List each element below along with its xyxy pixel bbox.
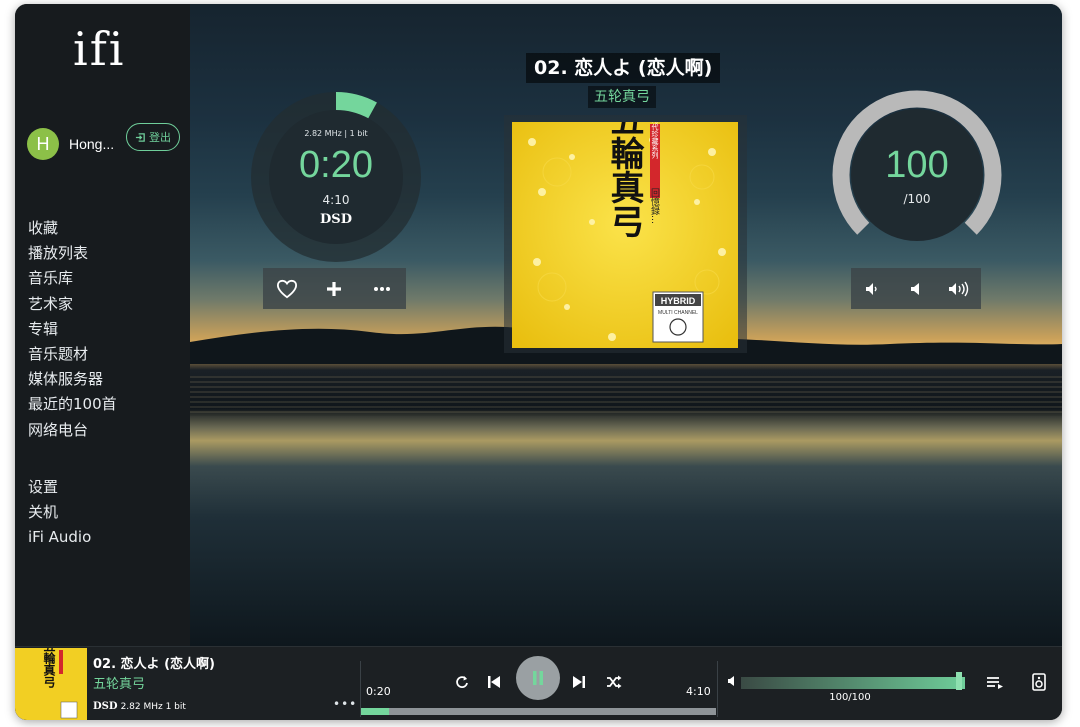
nav-item-radio[interactable]: 网络电台 bbox=[28, 418, 117, 443]
player-format: DSD 2.82 MHz 1 bit bbox=[93, 701, 186, 712]
player-duration: 4:10 bbox=[686, 685, 711, 698]
shuffle-icon[interactable] bbox=[603, 671, 625, 693]
divider bbox=[717, 661, 718, 717]
more-icon[interactable] bbox=[368, 275, 396, 303]
progress-bar[interactable] bbox=[361, 708, 716, 715]
album-sub-text: 回憶録… bbox=[649, 188, 660, 224]
album-cover[interactable]: 好時代珍藏系列 五輪真弓 回憶録… HYBRID MULTI CHANNEL bbox=[512, 122, 738, 348]
heart-icon[interactable] bbox=[273, 275, 301, 303]
queue-icon[interactable] bbox=[984, 671, 1006, 693]
user-name: Hong... bbox=[69, 136, 115, 152]
nav-item-recent-100[interactable]: 最近的100首 bbox=[28, 392, 117, 417]
ifi-logo: ifi bbox=[73, 22, 126, 76]
play-pause-button[interactable] bbox=[516, 656, 560, 700]
track-title: 02. 恋人よ (恋人啊) bbox=[526, 53, 721, 83]
total-time: 4:10 bbox=[322, 193, 350, 207]
nav-item-artists[interactable]: 艺术家 bbox=[28, 292, 117, 317]
volume-level-label: 100/100 bbox=[829, 692, 871, 703]
volume-small-icon[interactable] bbox=[720, 670, 742, 692]
player-elapsed: 0:20 bbox=[366, 685, 391, 698]
mini-album-cover[interactable]: 五輪真弓 bbox=[15, 648, 87, 720]
mini-album-text: 五輪真弓 bbox=[42, 648, 56, 689]
volume-up-icon[interactable] bbox=[945, 275, 973, 303]
nav-item-library[interactable]: 音乐库 bbox=[28, 266, 117, 291]
album-badge-hybrid: HYBRID bbox=[661, 296, 696, 306]
nav-item-albums[interactable]: 专辑 bbox=[28, 317, 117, 342]
nav-item-genres[interactable]: 音乐题材 bbox=[28, 342, 117, 367]
volume-slider[interactable] bbox=[741, 677, 965, 689]
mute-icon[interactable] bbox=[902, 275, 930, 303]
album-series-text: 好時代珍藏系列 bbox=[651, 122, 659, 160]
player-more-button[interactable]: ••• bbox=[333, 697, 357, 711]
player-format-label: DSD bbox=[93, 701, 118, 712]
track-artist[interactable]: 五轮真弓 bbox=[588, 86, 656, 108]
avatar: H bbox=[27, 128, 59, 160]
nav-item-media-servers[interactable]: 媒体服务器 bbox=[28, 367, 117, 392]
elapsed-time: 0:20 bbox=[299, 144, 373, 186]
player-rate: 2.82 MHz 1 bit bbox=[120, 702, 186, 712]
plus-icon[interactable] bbox=[320, 275, 348, 303]
nav-item-favorites[interactable]: 收藏 bbox=[28, 216, 117, 241]
nav-item-settings[interactable]: 设置 bbox=[28, 475, 91, 500]
logout-icon bbox=[135, 132, 145, 142]
progress-fill bbox=[361, 708, 390, 715]
nav-item-ifi-audio[interactable]: iFi Audio bbox=[28, 525, 91, 550]
pause-icon bbox=[533, 671, 543, 685]
sidebar: ifi H Hong... 登出 收藏 播放列表 音乐库 艺术家 专辑 音乐题材… bbox=[15, 4, 190, 646]
player-track-title: 02. 恋人よ (恋人啊) bbox=[93, 657, 215, 672]
album-main-text: 五輪真弓 bbox=[604, 122, 644, 238]
volume-value: 100 bbox=[885, 144, 949, 186]
logout-button[interactable]: 登出 bbox=[126, 123, 180, 151]
nav-item-playlists[interactable]: 播放列表 bbox=[28, 241, 117, 266]
volume-max: /100 bbox=[903, 192, 931, 206]
nav-item-shutdown[interactable]: 关机 bbox=[28, 500, 91, 525]
previous-icon[interactable] bbox=[483, 671, 505, 693]
user-profile[interactable]: H Hong... bbox=[27, 128, 114, 160]
track-actions bbox=[263, 268, 406, 309]
volume-slider-handle[interactable] bbox=[956, 672, 962, 690]
next-icon[interactable] bbox=[568, 671, 590, 693]
player-track-artist[interactable]: 五轮真弓 bbox=[93, 673, 145, 692]
sample-rate: 2.82 MHz | 1 bit bbox=[304, 129, 368, 138]
water-reflection bbox=[190, 376, 1062, 416]
album-badge-multichannel: MULTI CHANNEL bbox=[658, 310, 698, 316]
volume-down-icon[interactable] bbox=[859, 275, 887, 303]
format-label: DSD bbox=[320, 212, 352, 227]
player-bar: 五輪真弓 02. 恋人よ (恋人啊) 五轮真弓 DSD 2.82 MHz 1 bi… bbox=[15, 646, 1062, 720]
logout-label: 登出 bbox=[149, 131, 171, 144]
app-window: ifi H Hong... 登出 收藏 播放列表 音乐库 艺术家 专辑 音乐题材… bbox=[15, 4, 1062, 720]
volume-controls bbox=[851, 268, 981, 309]
main-nav: 收藏 播放列表 音乐库 艺术家 专辑 音乐题材 媒体服务器 最近的100首 网络… bbox=[28, 216, 117, 443]
speaker-output-icon[interactable] bbox=[1028, 671, 1050, 693]
secondary-nav: 设置 关机 iFi Audio bbox=[28, 475, 91, 551]
repeat-icon[interactable] bbox=[451, 671, 473, 693]
